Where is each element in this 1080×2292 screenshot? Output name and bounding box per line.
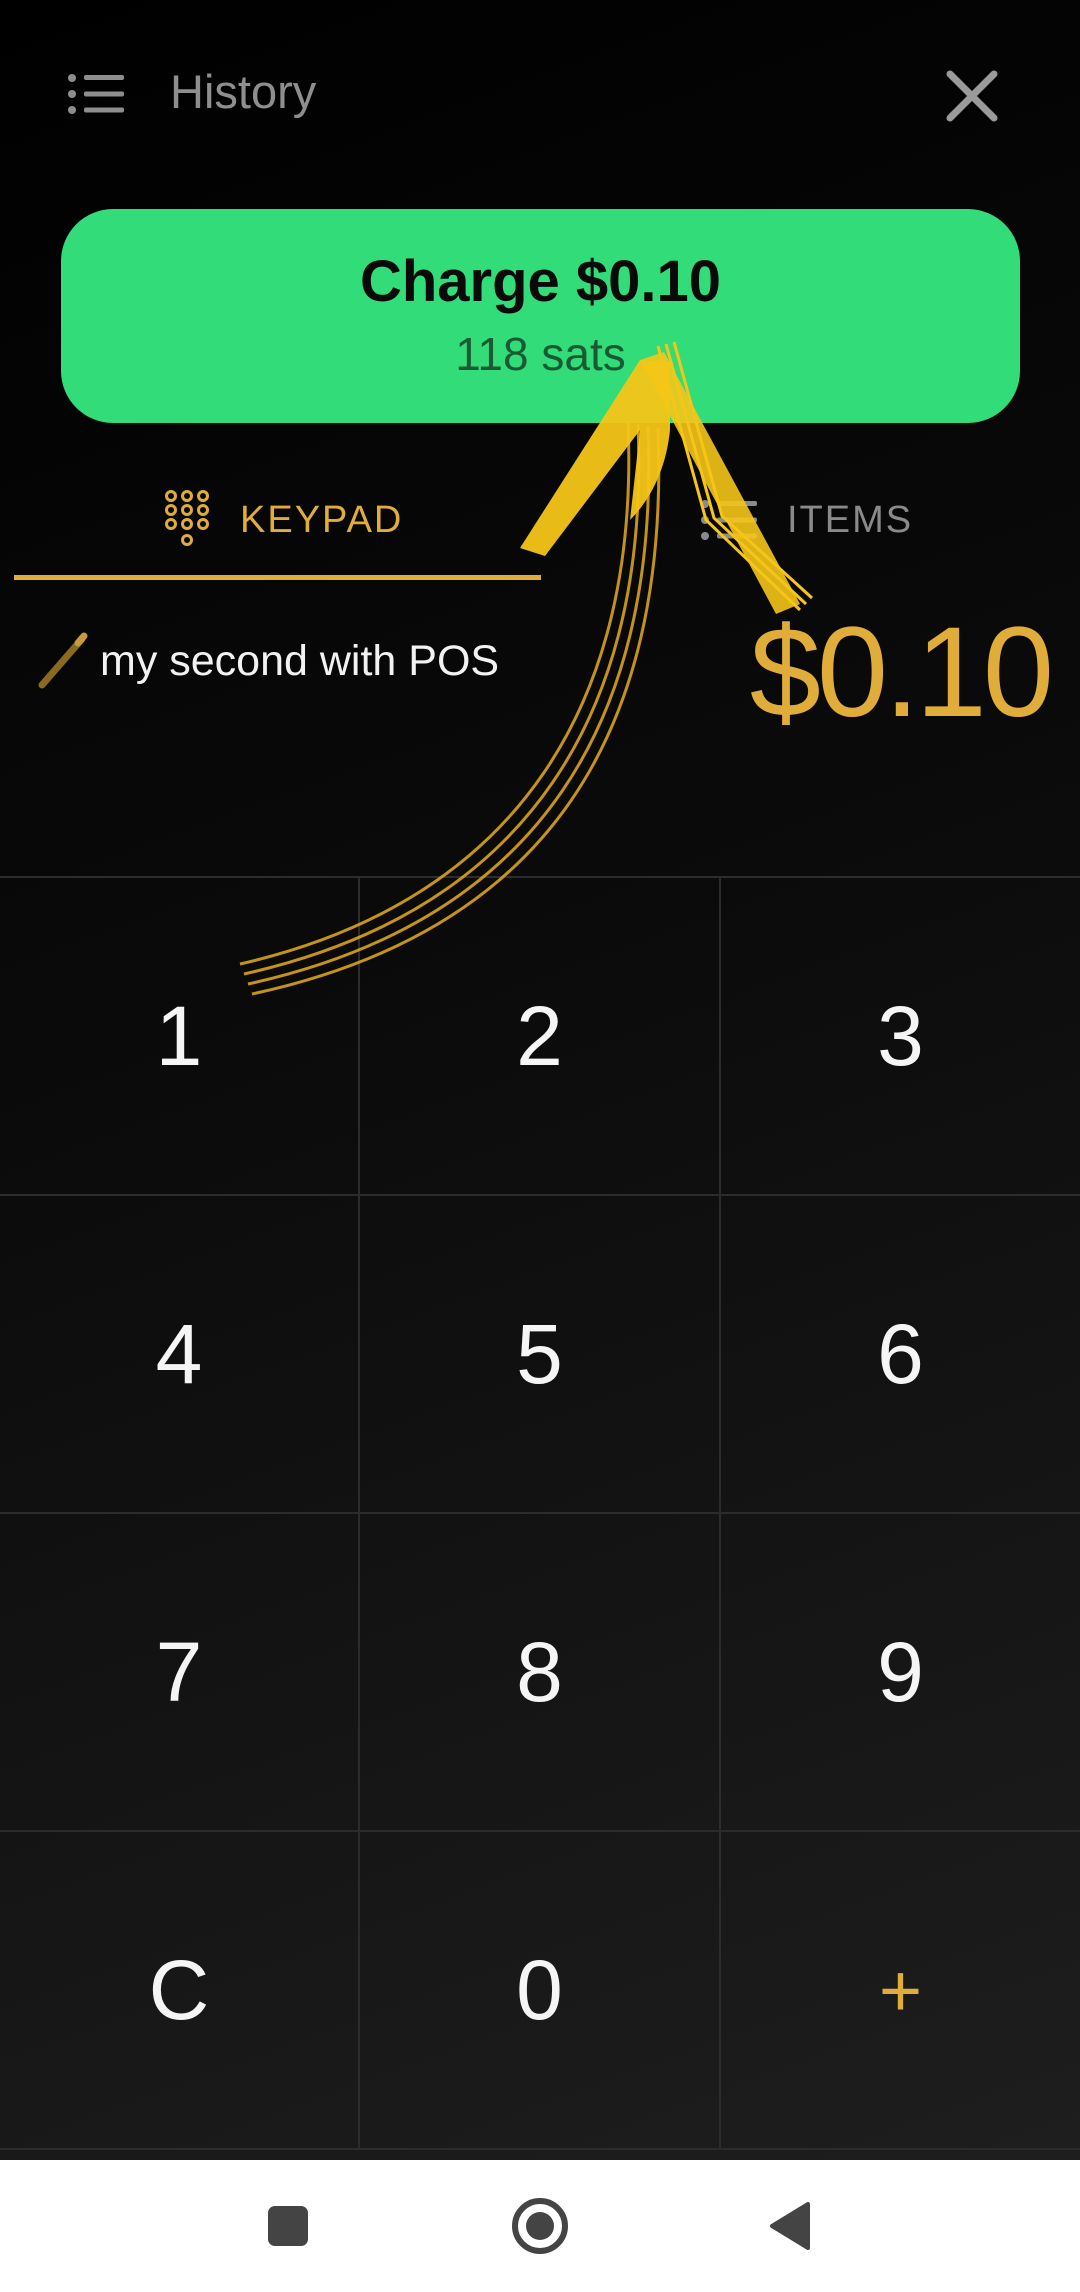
charge-button[interactable]: Charge $0.10 118 sats (61, 209, 1020, 423)
tab-items-content: ITEMS (701, 488, 913, 552)
key-clear[interactable]: C (0, 1832, 360, 2150)
circle-home-icon[interactable] (508, 2194, 572, 2258)
list-menu-icon[interactable] (68, 72, 124, 116)
key-6[interactable]: 6 (721, 1196, 1080, 1514)
key-4[interactable]: 4 (0, 1196, 360, 1514)
keypad-icon (165, 490, 209, 546)
charge-sats-label: 118 sats (455, 328, 626, 380)
close-icon[interactable] (944, 68, 1000, 124)
pos-app: History Charge $0.10 118 sats KEYPAD ITE… (0, 0, 1080, 2160)
memo-field[interactable]: my second with POS (34, 628, 499, 694)
pencil-icon (38, 632, 88, 689)
key-plus[interactable]: + (721, 1832, 1080, 2150)
square-recents-icon[interactable] (256, 2194, 320, 2258)
charge-amount-label: Charge $0.10 (359, 249, 722, 314)
tab-keypad[interactable]: KEYPAD (14, 470, 541, 580)
numeric-keypad: 1 2 3 4 5 6 7 8 9 C 0 + (0, 876, 1080, 2152)
key-2[interactable]: 2 (360, 878, 721, 1196)
header: History (0, 0, 1080, 190)
history-link[interactable]: History (170, 62, 316, 122)
key-1[interactable]: 1 (0, 878, 360, 1196)
tab-items-label: ITEMS (787, 498, 914, 541)
memo-text: my second with POS (100, 636, 500, 685)
tab-keypad-content: KEYPAD (164, 488, 403, 552)
tab-items[interactable]: ITEMS (541, 470, 1066, 580)
active-tab-indicator (14, 575, 541, 580)
key-5[interactable]: 5 (360, 1196, 721, 1514)
list-icon (701, 500, 757, 540)
system-nav-bar (0, 2160, 1080, 2292)
triangle-back-icon[interactable] (758, 2194, 822, 2258)
key-9[interactable]: 9 (721, 1514, 1080, 1832)
key-8[interactable]: 8 (360, 1514, 721, 1832)
amount-display: $0.10 (749, 601, 1054, 744)
tab-keypad-label: KEYPAD (240, 498, 404, 541)
key-7[interactable]: 7 (0, 1514, 360, 1832)
key-0[interactable]: 0 (360, 1832, 721, 2150)
key-3[interactable]: 3 (721, 878, 1080, 1196)
